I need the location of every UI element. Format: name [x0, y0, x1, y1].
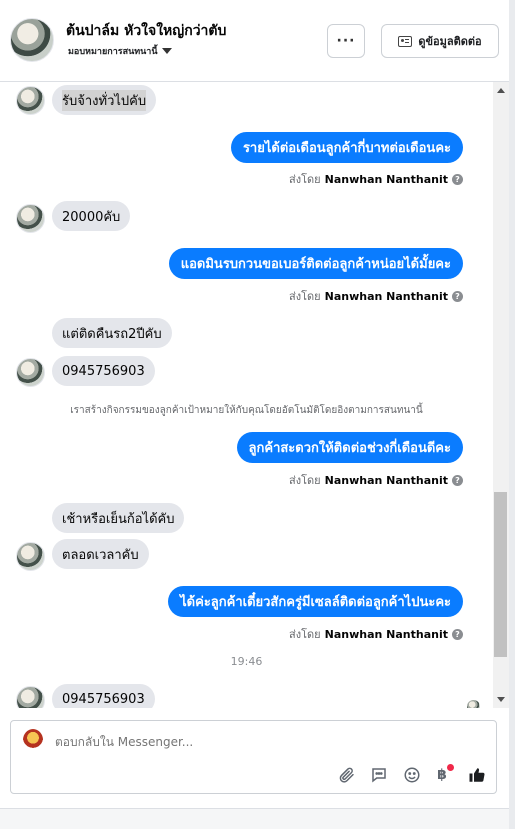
incoming-message[interactable]: ตลอดเวลาคับ — [52, 539, 149, 569]
sent-by-prefix: ส่งโดย — [289, 290, 321, 303]
sender-avatar — [16, 686, 45, 708]
more-options-button[interactable]: ··· — [327, 24, 365, 58]
sender-name[interactable]: Nanwhan Nanthanit — [325, 628, 448, 641]
thumbs-up-icon[interactable] — [467, 765, 487, 785]
scroll-thumb[interactable] — [494, 492, 507, 657]
info-icon[interactable]: ? — [452, 173, 463, 185]
incoming-message[interactable]: เช้าหรือเย็นก้อได้คับ — [52, 503, 185, 533]
incoming-message[interactable]: 0945756903 — [52, 684, 155, 708]
baht-icon[interactable]: ฿ — [432, 764, 454, 785]
outgoing-message[interactable]: ลูกค้าสะดวกให้ติดต่อช่วงกี่เดือนดีคะ — [236, 432, 463, 463]
outgoing-message[interactable]: แอดมินรบกวนขอเบอร์ติดต่อลูกค้าหน่อยได้มั… — [168, 248, 463, 279]
scrollbar[interactable] — [493, 82, 509, 708]
message-text: รับจ้างทั่วไปคับ — [62, 89, 147, 111]
sender-avatar — [16, 204, 45, 233]
view-contact-label: ดูข้อมูลติดต่อ — [418, 35, 482, 48]
notification-dot — [447, 764, 454, 771]
emoji-icon[interactable] — [402, 765, 422, 785]
sender-avatar — [16, 542, 45, 571]
outgoing-message[interactable]: ได้ค่ะลูกค้าเดี๋ยวสักครู่มีเซลล์ติดต่อลู… — [168, 586, 463, 617]
page-avatar — [23, 729, 43, 751]
scroll-up-arrow-icon[interactable] — [497, 88, 505, 93]
sent-by-label: ส่งโดย Nanwhan Nanthanit ? — [289, 625, 463, 643]
bottom-bar — [0, 808, 509, 829]
sent-by-prefix: ส่งโดย — [289, 173, 321, 186]
info-icon[interactable]: ? — [452, 474, 463, 486]
paperclip-icon[interactable] — [337, 765, 357, 785]
assign-conversation-dropdown[interactable]: มอบหมายการสนทนานี้ — [68, 44, 172, 58]
reply-input[interactable] — [55, 735, 435, 749]
sender-avatar — [16, 86, 45, 115]
conversation-header: ต้นปาล์ม หัวใจใหญ่กว่าตับ มอบหมายการสนทน… — [0, 0, 509, 82]
sender-name[interactable]: Nanwhan Nanthanit — [325, 290, 448, 303]
sent-by-prefix: ส่งโดย — [289, 628, 321, 641]
timestamp: 19:46 — [230, 655, 263, 668]
reply-composer[interactable]: ฿ — [10, 720, 497, 794]
info-icon[interactable]: ? — [452, 290, 463, 302]
sent-by-label: ส่งโดย Nanwhan Nanthanit ? — [289, 170, 463, 188]
contact-card-icon — [398, 35, 413, 47]
caret-down-icon — [161, 48, 172, 54]
sender-avatar — [16, 358, 45, 387]
incoming-message[interactable]: 0945756903 — [52, 356, 155, 386]
composer-area: ฿ — [0, 708, 509, 808]
sent-by-label: ส่งโดย Nanwhan Nanthanit ? — [289, 287, 463, 305]
incoming-message[interactable]: รับจ้างทั่วไปคับ — [52, 85, 157, 115]
sender-name[interactable]: Nanwhan Nanthanit — [325, 474, 448, 487]
seen-receipt-avatar — [467, 700, 480, 708]
contact-avatar[interactable] — [10, 18, 54, 62]
incoming-message[interactable]: 20000คับ — [52, 201, 131, 231]
outgoing-message[interactable]: รายได้ต่อเดือนลูกค้ากี่บาทต่อเดือนคะ — [230, 132, 463, 163]
scroll-down-arrow-icon[interactable] — [497, 697, 505, 702]
window-edge — [509, 0, 515, 829]
contact-name[interactable]: ต้นปาล์ม หัวใจใหญ่กว่าตับ — [66, 20, 226, 42]
system-note: เราสร้างกิจกรรมของลูกค้าเป้าหมายให้กับคุ… — [70, 405, 423, 416]
sent-by-label: ส่งโดย Nanwhan Nanthanit ? — [289, 471, 463, 489]
incoming-message[interactable]: แต่ติดคืนรถ2ปีคับ — [52, 318, 172, 348]
assign-conversation-label: มอบหมายการสนทนานี้ — [68, 47, 158, 57]
chat-bubble-icon[interactable] — [369, 765, 389, 785]
sent-by-prefix: ส่งโดย — [289, 474, 321, 487]
info-icon[interactable]: ? — [452, 628, 463, 640]
message-thread[interactable]: รับจ้างทั่วไปคับ รายได้ต่อเดือนลูกค้ากี่… — [0, 82, 493, 708]
view-contact-button[interactable]: ดูข้อมูลติดต่อ — [381, 24, 499, 58]
sender-name[interactable]: Nanwhan Nanthanit — [325, 173, 448, 186]
